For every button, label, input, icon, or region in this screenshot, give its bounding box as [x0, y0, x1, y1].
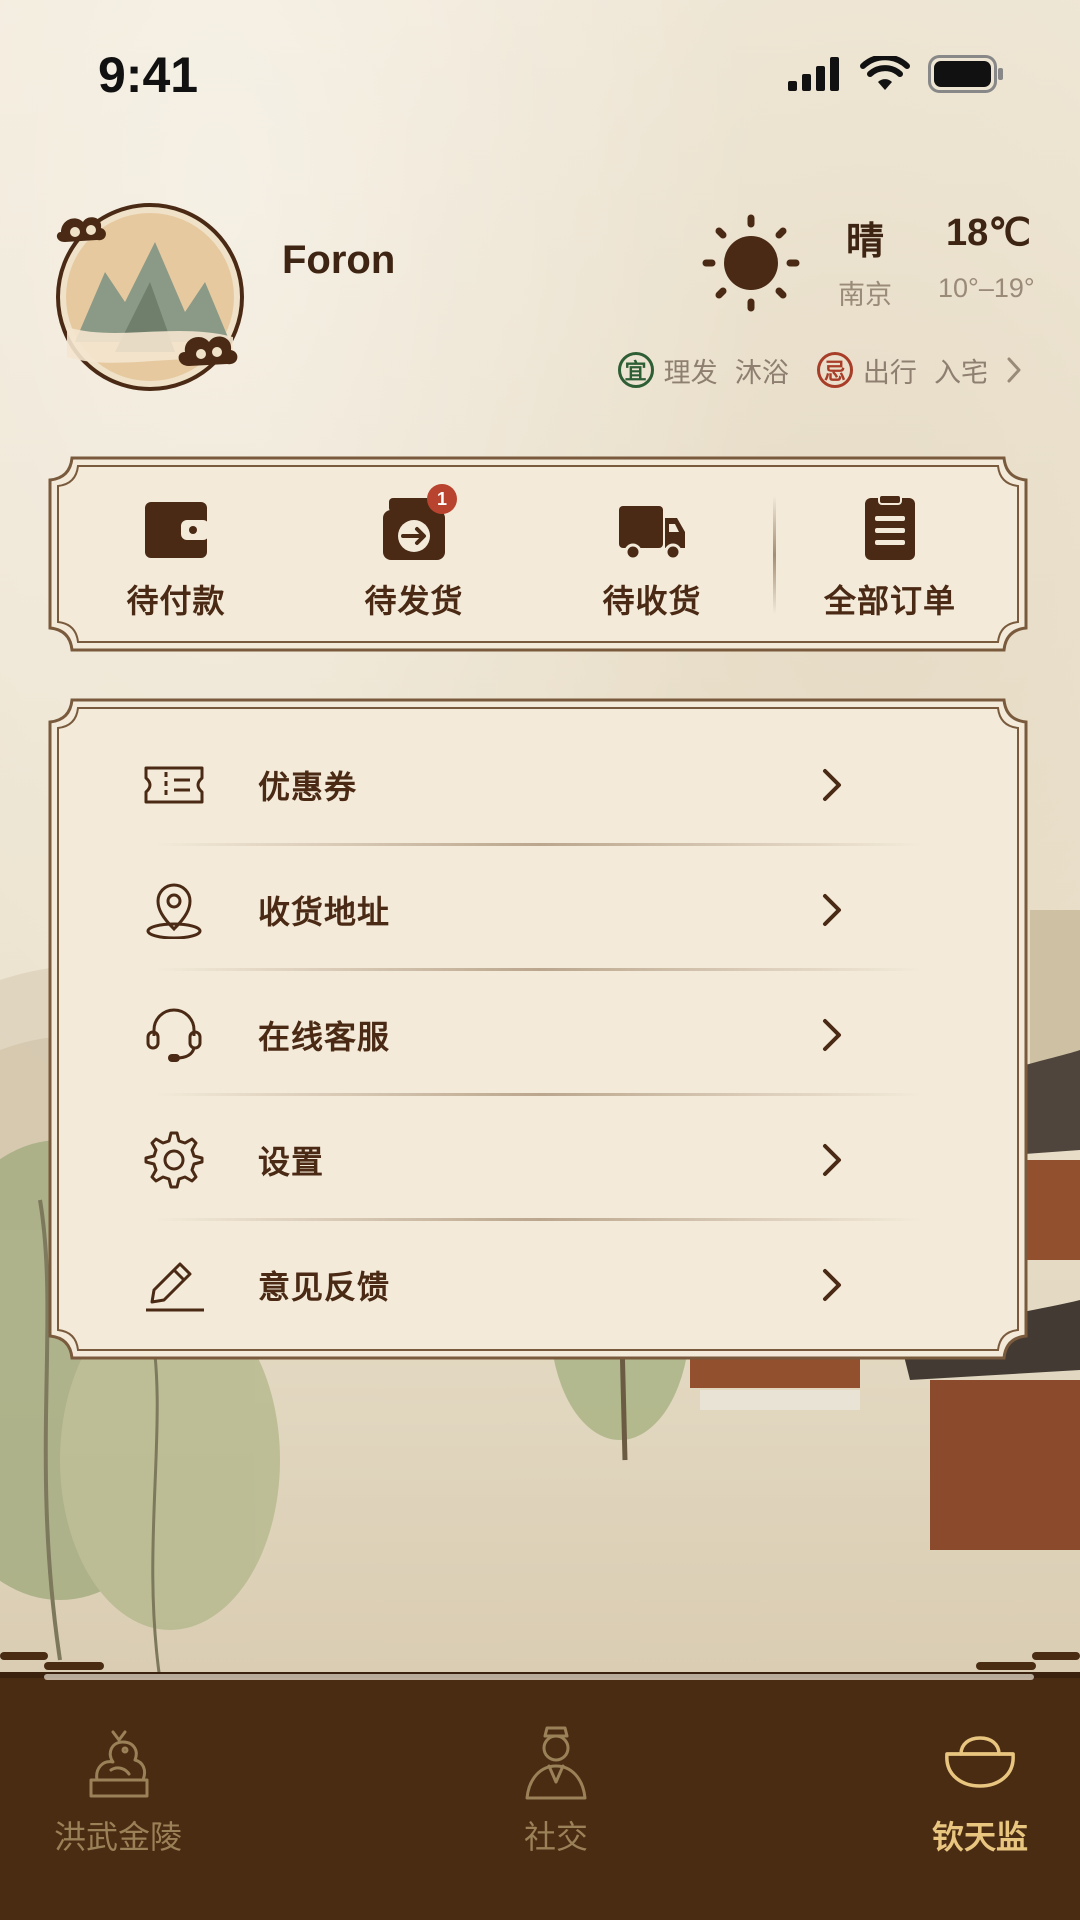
status-time: 9:41: [98, 47, 199, 103]
chevron-right-icon: [823, 1269, 841, 1301]
gear-icon: [144, 1131, 204, 1189]
wifi-icon: [860, 56, 910, 90]
tab-qintianjian[interactable]: 钦天监: [870, 1720, 1080, 1858]
chevron-right-icon: [1007, 357, 1021, 383]
order-pending-receipt[interactable]: 待收货: [552, 494, 752, 624]
menu-label: 设置: [258, 1143, 325, 1181]
yi-badge: 宜: [617, 352, 654, 388]
tab-hongwu-jinling[interactable]: 洪武金陵: [8, 1720, 228, 1858]
username: Foron: [282, 238, 396, 282]
tab-label: 洪武金陵: [53, 1818, 182, 1856]
pencil-icon: [146, 1262, 204, 1312]
menu-item-customer-service[interactable]: 在线客服: [96, 972, 926, 1096]
coupon-icon: [144, 766, 204, 804]
scholar-icon: [525, 1726, 587, 1800]
wallet-icon: [145, 502, 209, 558]
menu-label: 收货地址: [258, 893, 391, 931]
headset-icon: [146, 1008, 202, 1062]
avatar[interactable]: [55, 202, 245, 392]
order-all[interactable]: 全部订单: [790, 494, 990, 624]
divider: [156, 968, 922, 971]
cellular-signal-icon: [788, 57, 839, 91]
location-pin-icon: [146, 883, 202, 939]
menu-item-address[interactable]: 收货地址: [96, 847, 926, 971]
menu-card: 优惠券 收货地址 在线客服 设置 意见反馈: [46, 696, 1030, 1362]
ji-badge: 忌: [816, 352, 853, 388]
weather-condition: 晴: [846, 218, 885, 263]
order-list-icon: [865, 494, 915, 560]
order-label: 待收货: [602, 582, 702, 620]
order-pending-payment[interactable]: 待付款: [76, 494, 276, 624]
weather-temperature-range: 10°–19°: [938, 273, 1035, 303]
gold-ingot-icon: [945, 1736, 1015, 1788]
divider: [773, 496, 776, 614]
divider: [156, 1093, 922, 1096]
menu-label: 优惠券: [258, 768, 358, 806]
weather-city: 南京: [838, 280, 892, 311]
tab-label: 社交: [523, 1818, 588, 1856]
tab-social[interactable]: 社交: [446, 1720, 666, 1858]
orders-card: 待付款 1 待发货 待收货 全部订单: [46, 454, 1030, 654]
divider: [156, 843, 922, 846]
status-bar: 9:41: [0, 0, 1080, 150]
chevron-right-icon: [823, 1019, 841, 1051]
menu-label: 意见反馈: [258, 1268, 391, 1306]
chevron-right-icon: [823, 894, 841, 926]
weather-temperature: 18℃: [946, 212, 1031, 254]
divider: [156, 1218, 922, 1221]
notification-badge: 1: [427, 484, 457, 514]
chevron-right-icon: [823, 1144, 841, 1176]
order-pending-shipment[interactable]: 1 待发货: [314, 484, 514, 624]
yi-items: 理发 沐浴: [663, 357, 789, 389]
dragon-icon: [89, 1730, 149, 1798]
ji-items: 出行 入宅: [862, 357, 988, 389]
tab-label: 钦天监: [931, 1818, 1028, 1856]
status-icons: [788, 52, 1004, 96]
order-label: 待发货: [364, 582, 464, 620]
battery-icon: [928, 55, 1003, 93]
order-label: 待付款: [126, 582, 226, 620]
menu-item-feedback[interactable]: 意见反馈: [96, 1222, 926, 1346]
sunny-icon: [702, 214, 800, 312]
chevron-right-icon: [823, 769, 841, 801]
order-label: 全部订单: [823, 582, 956, 620]
menu-label: 在线客服: [258, 1018, 391, 1056]
delivery-truck-icon: [619, 506, 685, 561]
menu-item-settings[interactable]: 设置: [96, 1097, 926, 1221]
menu-item-coupon[interactable]: 优惠券: [96, 722, 926, 846]
almanac-row[interactable]: 宜 理发 沐浴 忌 出行 入宅: [617, 350, 1022, 390]
